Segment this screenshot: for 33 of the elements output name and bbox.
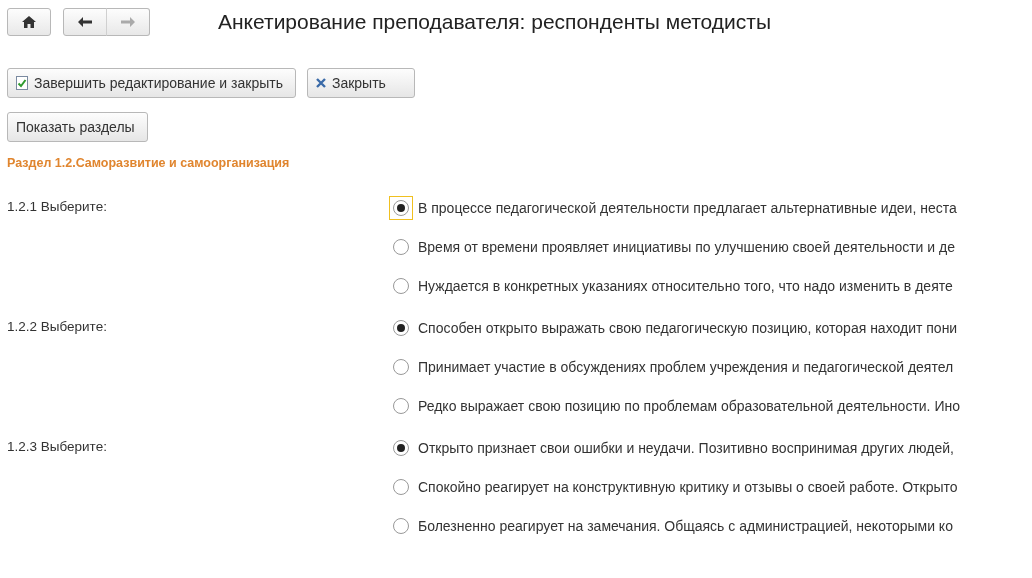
radio-button[interactable] (393, 359, 409, 375)
window-title: Анкетирование преподавателя: респонденты методисты (218, 10, 771, 34)
radio-button[interactable] (393, 200, 409, 216)
radio-button[interactable] (393, 278, 409, 294)
home-icon (22, 16, 36, 28)
document-check-icon (16, 76, 28, 90)
close-icon (315, 78, 326, 88)
forward-arrow-icon (121, 17, 135, 27)
option-label[interactable]: Болезненно реагирует на замечания. Общаясь с администрацией, некоторыми ко (418, 518, 953, 534)
show-sections-button[interactable]: Показать разделы (7, 112, 148, 142)
option-label[interactable]: Время от времени проявляет инициативы по улучшению своей деятельности и де (418, 239, 955, 255)
option-label[interactable]: Способен открыто выражать свою педагогическую позицию, которая находит пони (418, 320, 958, 336)
back-arrow-icon (78, 17, 92, 27)
radio-button[interactable] (393, 398, 409, 414)
close-button[interactable]: Закрыть (306, 68, 415, 98)
option-label[interactable]: Нуждается в конкретных указаниях относительно того, что надо изменить в деяте (418, 278, 953, 294)
radio-button[interactable] (393, 239, 409, 255)
question-label: 1.2.3 Выберите: (7, 438, 108, 456)
question-label: 1.2.2 Выберите: (7, 318, 108, 336)
option-label[interactable]: В процессе педагогической деятельности предлагает альтернативные идеи, неста (418, 200, 957, 216)
option-label[interactable]: Редко выражает свою позицию по проблемам образовательной деятельности. Ино (418, 398, 960, 414)
option-label[interactable]: Спокойно реагирует на конструктивную критику и отзывы о своей работе. Открыто (418, 479, 958, 495)
back-button[interactable] (63, 8, 107, 36)
finish-editing-button[interactable]: Завершить редактирование и закрыть (7, 68, 296, 98)
question-label: 1.2.1 Выберите: (7, 198, 108, 216)
section-heading: Раздел 1.2.Саморазвитие и самоорганизация (7, 156, 291, 170)
radio-button[interactable] (393, 440, 409, 456)
radio-button[interactable] (393, 518, 409, 534)
option-label[interactable]: Принимает участие в обсуждениях проблем учреждения и педагогической деятел (418, 359, 954, 375)
option-label[interactable]: Открыто признает свои ошибки и неудачи. Позитивно воспринимая других людей, (418, 440, 954, 456)
home-button[interactable] (7, 8, 51, 36)
radio-button[interactable] (393, 320, 409, 336)
radio-button[interactable] (393, 479, 409, 495)
